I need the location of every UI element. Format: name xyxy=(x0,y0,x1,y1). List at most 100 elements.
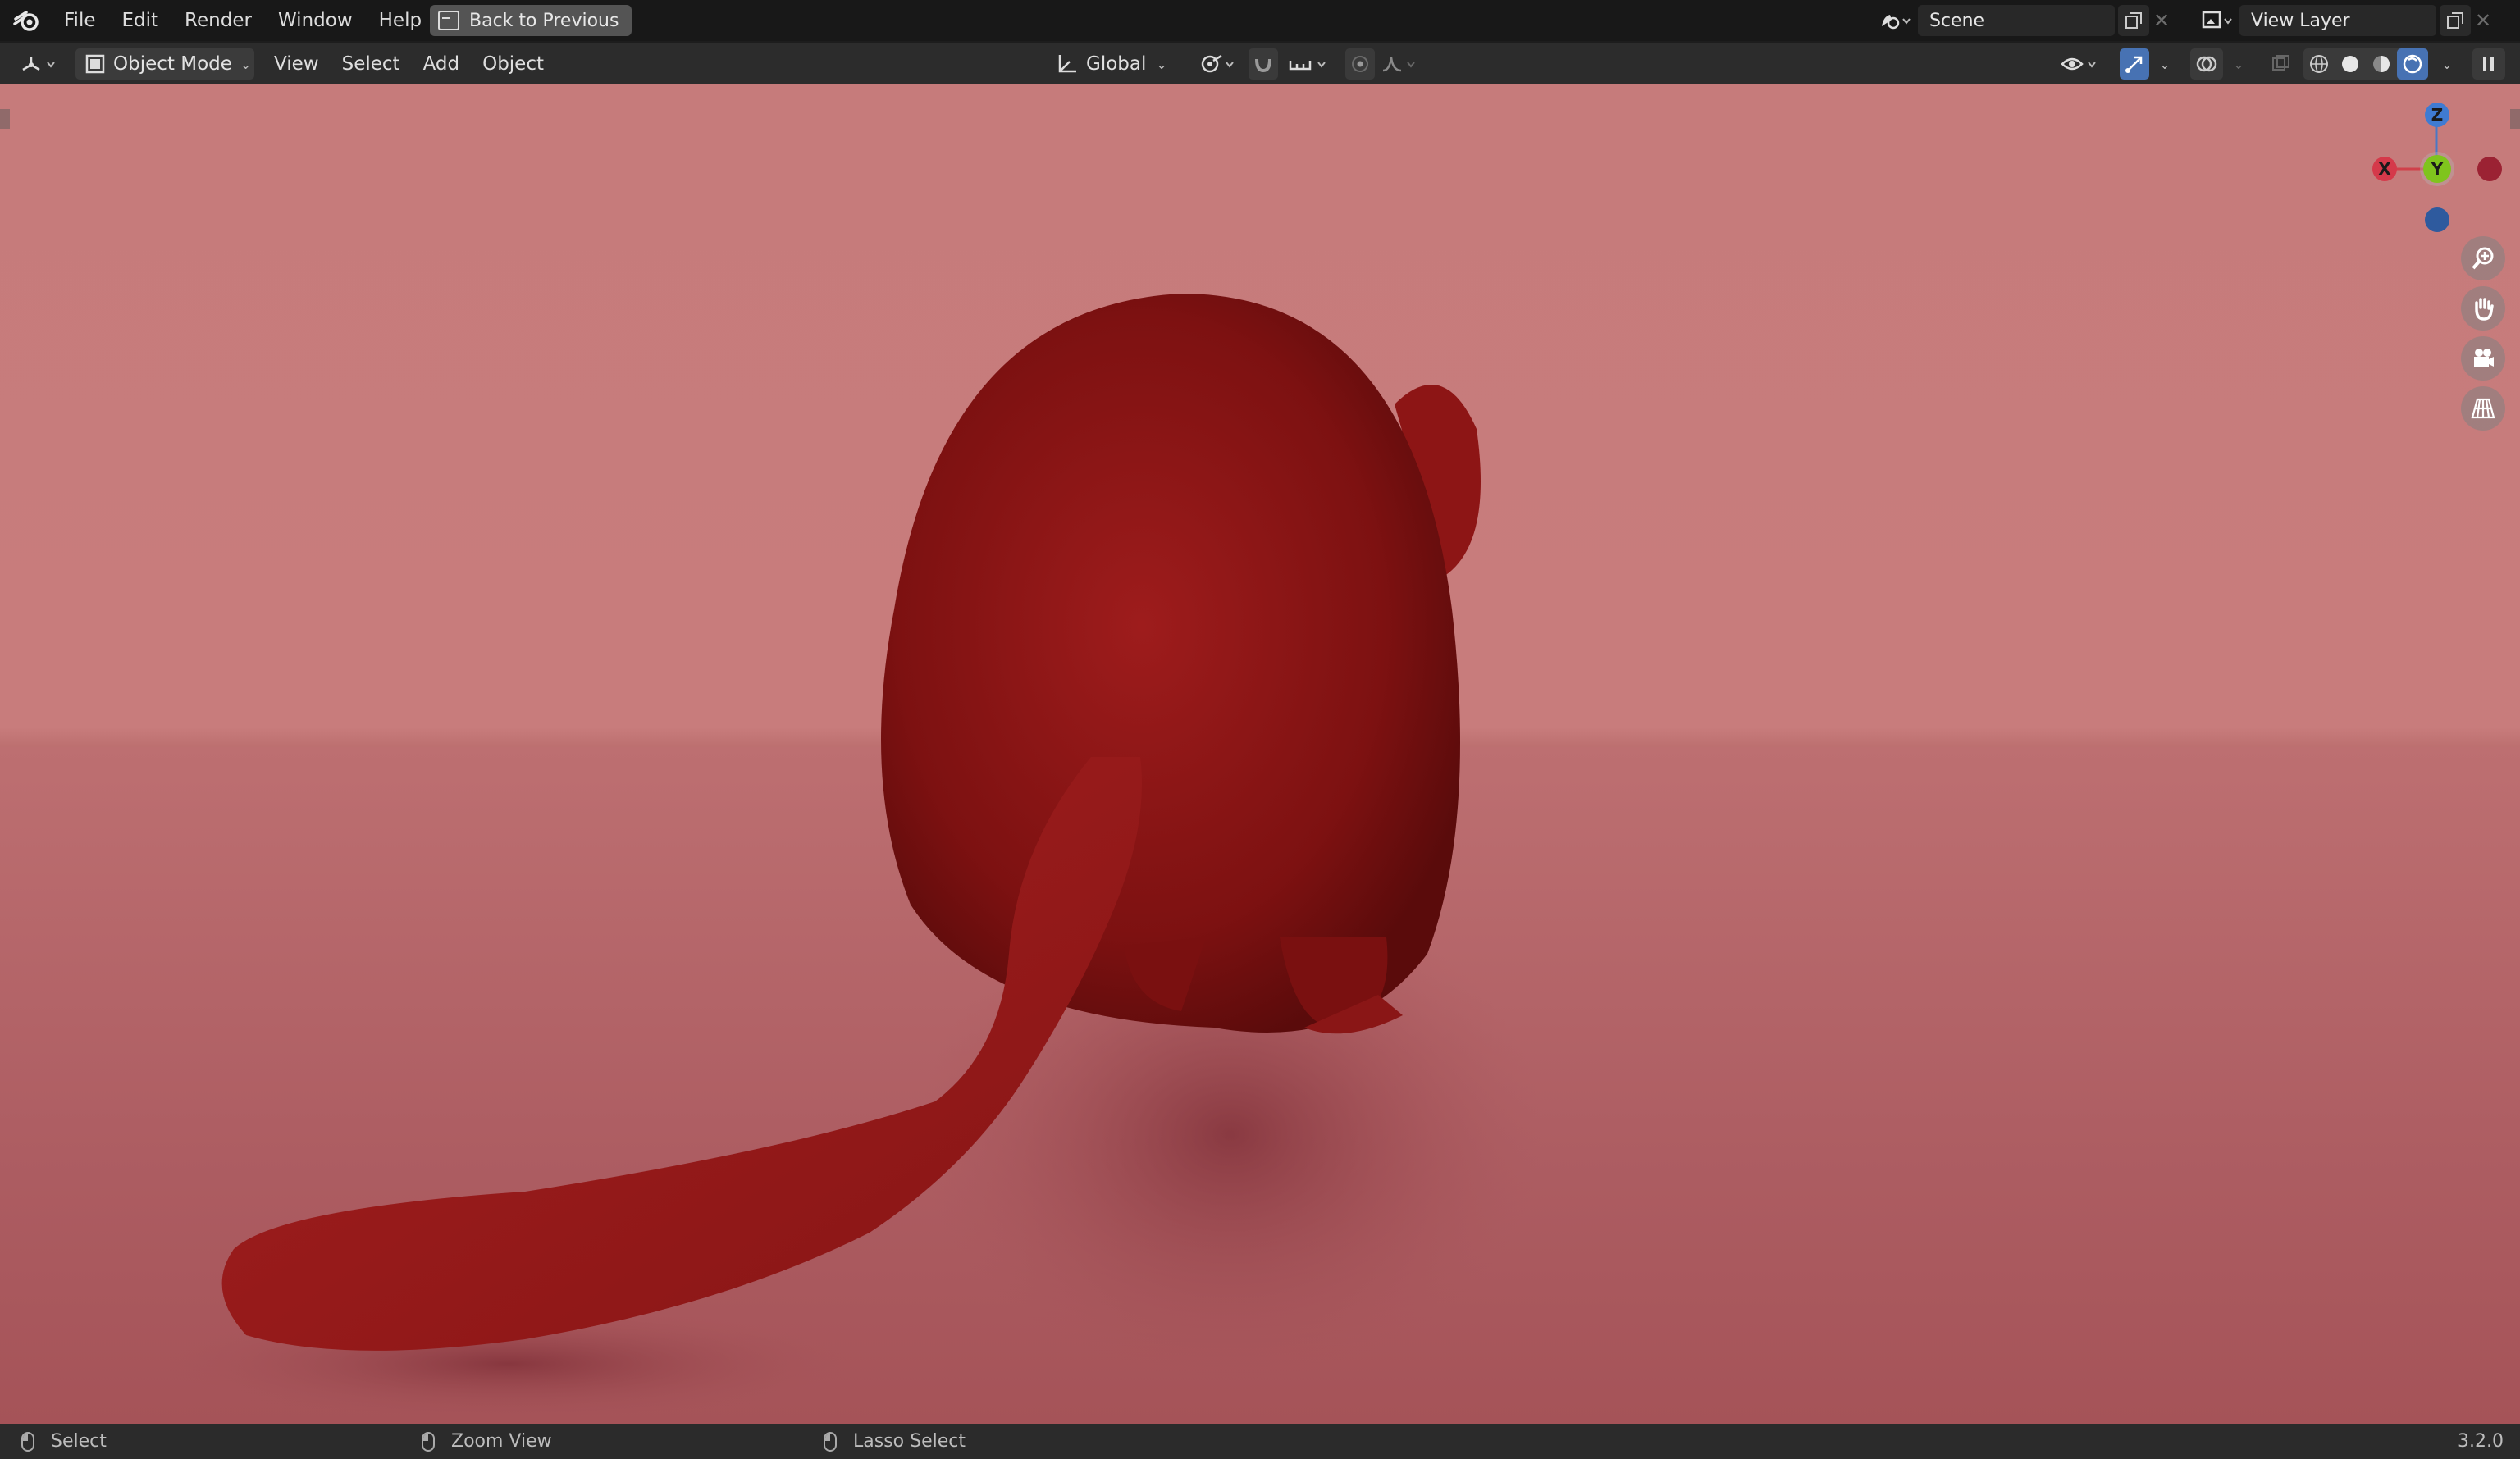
menu-help[interactable]: Help xyxy=(366,0,435,41)
delete-view-layer-button[interactable]: ✕ xyxy=(2471,5,2495,36)
pivot-point-dropdown[interactable] xyxy=(1196,48,1242,80)
gizmo-icon xyxy=(2125,56,2143,73)
scene-selector: Scene ✕ xyxy=(1869,5,2174,36)
toolbar-expand-handle[interactable] xyxy=(0,109,10,129)
view-layer-icon xyxy=(2202,11,2232,29)
transform-orientation-dropdown[interactable]: Global ⌄ xyxy=(1053,48,1185,80)
pan-button[interactable] xyxy=(2461,286,2505,331)
hand-icon xyxy=(2475,298,2494,321)
chevron-down-icon: ⌄ xyxy=(2233,56,2244,72)
solid-shading-button[interactable] xyxy=(2335,48,2366,80)
menu-render[interactable]: Render xyxy=(171,0,265,41)
main-menu: File Edit Render Window Help xyxy=(51,0,435,41)
snap-increment-icon xyxy=(1289,61,1326,71)
view-layer-name-field[interactable]: View Layer xyxy=(2239,5,2436,36)
overlays-icon xyxy=(2196,56,2217,72)
chevron-down-icon: ⌄ xyxy=(1156,56,1167,72)
snap-toggle[interactable] xyxy=(1249,48,1278,80)
menu-file[interactable]: File xyxy=(51,0,109,41)
view-layer-selector: View Layer ✕ xyxy=(2190,5,2495,36)
camera-view-button[interactable] xyxy=(2461,336,2505,381)
orientation-icon xyxy=(1058,55,1076,73)
material-sphere-icon xyxy=(2373,56,2390,72)
grid-icon xyxy=(2471,398,2495,419)
status-select-hint: Select xyxy=(21,1431,107,1452)
scene-name-field[interactable]: Scene xyxy=(1918,5,2115,36)
wireframe-icon xyxy=(2310,55,2328,73)
snap-target-dropdown[interactable] xyxy=(1281,48,1335,80)
xray-icon xyxy=(2272,55,2289,71)
menu-add[interactable]: Add xyxy=(412,53,472,75)
pause-render-button[interactable] xyxy=(2472,48,2505,80)
menu-select[interactable]: Select xyxy=(331,53,412,75)
gizmo-neg-z-axis[interactable] xyxy=(2425,207,2449,232)
status-zoom-label: Zoom View xyxy=(451,1431,552,1452)
close-icon: ✕ xyxy=(2152,9,2171,32)
visibility-dropdown[interactable] xyxy=(2057,48,2107,80)
gizmo-z-axis[interactable]: Z xyxy=(2425,103,2449,127)
rendered-creature xyxy=(164,294,1542,1421)
orientation-label: Global xyxy=(1086,53,1147,75)
status-lasso-label: Lasso Select xyxy=(853,1431,966,1452)
viewport-header: Object Mode ⌄ View Select Add Object Glo… xyxy=(0,43,2520,84)
gizmo-x-axis[interactable]: X xyxy=(2372,157,2397,181)
object-mode-dropdown[interactable]: Object Mode ⌄ xyxy=(75,48,254,80)
3d-viewport[interactable]: Z X Y xyxy=(0,84,2520,1424)
back-icon xyxy=(438,11,459,30)
menu-window[interactable]: Window xyxy=(265,0,366,41)
zoom-button[interactable] xyxy=(2461,236,2505,280)
object-mode-label: Object Mode xyxy=(113,53,232,75)
pivot-icon xyxy=(1201,54,1234,73)
sidebar-expand-handle[interactable] xyxy=(2510,109,2520,129)
menu-object[interactable]: Object xyxy=(471,53,555,75)
menu-edit[interactable]: Edit xyxy=(109,0,172,41)
new-scene-button[interactable] xyxy=(2118,5,2149,36)
view-layer-browse-button[interactable] xyxy=(2194,5,2239,36)
camera-icon xyxy=(2474,349,2494,367)
chevron-down-icon: ⌄ xyxy=(240,56,252,72)
proportional-icon xyxy=(1352,56,1368,72)
back-to-previous-label: Back to Previous xyxy=(469,10,619,31)
mouse-right-icon xyxy=(824,1431,837,1452)
rendered-sphere-icon xyxy=(2403,54,2422,74)
status-bar: Select Zoom View Lasso Select 3.2.0 xyxy=(0,1424,2520,1459)
falloff-icon xyxy=(1382,57,1415,72)
back-to-previous-button[interactable]: Back to Previous xyxy=(430,5,632,36)
blender-logo-icon[interactable] xyxy=(11,5,43,36)
rendered-shading-button[interactable] xyxy=(2397,48,2428,80)
object-mode-icon xyxy=(85,54,105,74)
shading-options-dropdown[interactable]: ⌄ xyxy=(2433,48,2458,80)
show-overlays-toggle[interactable] xyxy=(2190,48,2223,80)
delete-scene-button[interactable]: ✕ xyxy=(2149,5,2174,36)
gizmo-options-dropdown[interactable]: ⌄ xyxy=(2151,48,2175,80)
proportional-falloff-dropdown[interactable] xyxy=(1378,48,1427,80)
status-zoom-hint: Zoom View xyxy=(422,1431,552,1452)
shading-mode-group xyxy=(2303,48,2428,80)
gizmo-neg-x-axis[interactable] xyxy=(2477,157,2502,181)
menu-view[interactable]: View xyxy=(262,53,331,75)
solid-sphere-icon xyxy=(2342,56,2358,72)
mouse-middle-icon xyxy=(422,1431,435,1452)
gizmo-y-axis[interactable]: Y xyxy=(2423,155,2451,183)
proportional-editing-toggle[interactable] xyxy=(1345,48,1375,80)
version-label: 3.2.0 xyxy=(2458,1431,2504,1452)
editor-type-button[interactable] xyxy=(11,48,66,80)
perspective-toggle-button[interactable] xyxy=(2461,386,2505,431)
duplicate-icon xyxy=(2447,12,2463,29)
material-preview-button[interactable] xyxy=(2366,48,2397,80)
xray-toggle[interactable] xyxy=(2266,48,2295,80)
overlays-options-dropdown[interactable]: ⌄ xyxy=(2225,48,2249,80)
top-menu-bar: File Edit Render Window Help Back to Pre… xyxy=(0,0,2520,41)
status-select-label: Select xyxy=(51,1431,107,1452)
mouse-left-icon xyxy=(21,1431,34,1452)
duplicate-icon xyxy=(2125,12,2142,29)
3d-viewport-icon xyxy=(22,57,55,71)
show-gizmo-toggle[interactable] xyxy=(2120,48,2149,80)
scene-browse-button[interactable] xyxy=(1872,5,1918,36)
close-icon: ✕ xyxy=(2474,9,2492,32)
zoom-icon xyxy=(2472,247,2494,270)
magnet-icon xyxy=(1255,58,1271,73)
header-menus: View Select Add Object xyxy=(262,43,555,84)
wireframe-shading-button[interactable] xyxy=(2303,48,2335,80)
new-view-layer-button[interactable] xyxy=(2440,5,2471,36)
